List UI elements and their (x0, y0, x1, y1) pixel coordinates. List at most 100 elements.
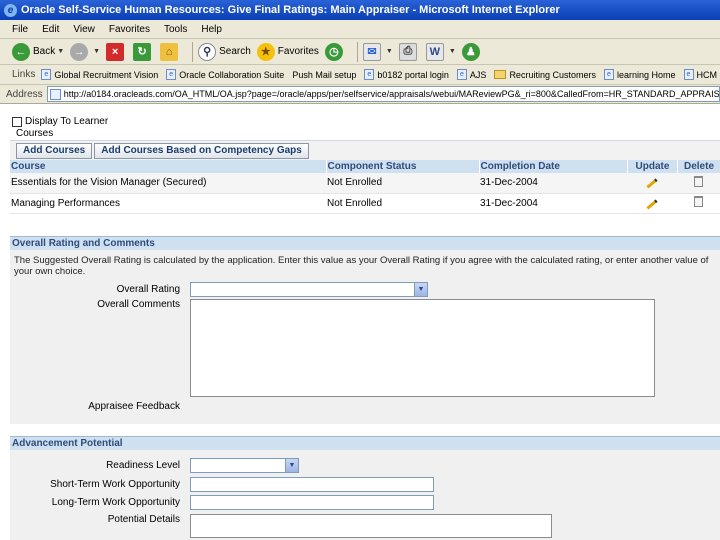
address-field[interactable]: http://a0184.oracleads.com/OA_HTML/OA.js… (46, 86, 720, 102)
address-label: Address (6, 88, 43, 100)
component-status: Not Enrolled (326, 193, 479, 214)
link-learning-home[interactable]: e learning Home (603, 69, 676, 80)
link-label: b0182 portal login (377, 69, 449, 80)
display-to-learner-row: Display To Learner (12, 116, 108, 127)
menu-bar: File Edit View Favorites Tools Help (0, 20, 720, 39)
menu-file[interactable]: File (12, 24, 28, 35)
mail-button[interactable]: ✉ ▼ (362, 42, 393, 61)
overall-rating-section: The Suggested Overall Rating is calculat… (10, 250, 720, 424)
print-button[interactable]: ⎙ (398, 42, 420, 61)
chevron-down-icon: ▼ (285, 459, 298, 472)
update-pencil-icon[interactable] (646, 198, 658, 210)
menu-favorites[interactable]: Favorites (109, 24, 150, 35)
page-icon: e (41, 69, 52, 80)
delete-trash-icon[interactable] (694, 175, 703, 187)
course-name: Managing Performances (10, 193, 326, 214)
link-push-mail-setup[interactable]: Push Mail setup (292, 70, 356, 80)
link-portal-login[interactable]: e b0182 portal login (364, 69, 449, 80)
page-content: Display To Learner Courses Add Courses A… (0, 104, 720, 540)
home-icon: ⌂ (160, 42, 179, 61)
favorites-star-icon: ★ (256, 42, 275, 61)
forward-dropdown-icon: ▼ (93, 48, 101, 55)
forward-button[interactable]: → ▼ (70, 42, 101, 61)
readiness-level-label: Readiness Level (106, 460, 180, 471)
add-courses-button[interactable]: Add Courses (16, 142, 93, 159)
column-header-course: Course (10, 160, 327, 173)
overall-comments-label: Overall Comments (97, 299, 180, 310)
add-courses-competency-button[interactable]: Add Courses Based on Competency Gaps (94, 142, 309, 159)
page-icon: e (603, 69, 614, 80)
course-name: Essentials for the Vision Manager (Secur… (10, 173, 326, 194)
potential-details-textarea[interactable] (190, 514, 552, 538)
update-pencil-icon[interactable] (646, 178, 658, 189)
link-recruiting-customers[interactable]: Recruiting Customers (494, 70, 596, 80)
update-cell (627, 193, 677, 214)
advancement-potential-section: Readiness Level ▼ Short-Term Work Opport… (10, 450, 720, 540)
link-label: Recruiting Customers (509, 69, 596, 80)
update-cell (627, 173, 677, 194)
print-icon: ⎙ (398, 42, 417, 61)
page-icon: e (456, 69, 467, 80)
component-status: Not Enrolled (326, 173, 479, 194)
toolbar-divider (192, 41, 194, 62)
page-icon: e (364, 69, 375, 80)
back-button[interactable]: ← Back ▼ (12, 42, 64, 61)
appraisee-feedback-label: Appraisee Feedback (88, 401, 180, 412)
overall-rating-label: Overall Rating (116, 284, 180, 295)
stop-button[interactable]: × (106, 42, 127, 61)
link-ajs[interactable]: e AJS (456, 69, 487, 80)
link-oracle-collaboration-suite[interactable]: e Oracle Collaboration Suite (166, 69, 284, 80)
refresh-button[interactable]: ↻ (133, 42, 154, 61)
table-row: Essentials for the Vision Manager (Secur… (10, 173, 720, 194)
display-to-learner-checkbox[interactable] (12, 116, 22, 127)
column-header-date: Completion Date (479, 160, 628, 173)
delete-cell (677, 193, 720, 214)
favorites-button[interactable]: ★ Favorites (256, 42, 319, 61)
history-button[interactable]: ◷ (324, 42, 346, 61)
column-header-status: Component Status (326, 160, 480, 173)
delete-trash-icon[interactable] (694, 196, 703, 207)
overall-rating-select[interactable]: ▼ (190, 282, 428, 297)
mail-dropdown-icon: ▼ (385, 48, 393, 55)
readiness-level-select[interactable]: ▼ (190, 458, 299, 473)
page-icon: e (683, 69, 694, 80)
chevron-down-icon: ▼ (414, 283, 427, 296)
links-label: Links (12, 69, 36, 80)
forward-arrow-icon: → (70, 42, 89, 61)
column-header-delete: Delete (677, 160, 720, 173)
link-label: Push Mail setup (292, 69, 357, 80)
long-term-opportunity-label: Long-Term Work Opportunity (51, 497, 180, 508)
overall-comments-textarea[interactable] (190, 299, 655, 397)
overall-rating-instructions: The Suggested Overall Rating is calculat… (14, 255, 712, 277)
link-global-recruitment-vision[interactable]: e Global Recruitment Vision (41, 69, 158, 80)
menu-edit[interactable]: Edit (42, 24, 59, 35)
toolbar-divider (356, 41, 358, 62)
link-label: Oracle Collaboration Suite (179, 69, 285, 80)
home-button[interactable]: ⌂ (160, 42, 181, 61)
link-label: AJS (469, 69, 487, 80)
courses-button-row: Add Courses Add Courses Based on Compete… (10, 140, 720, 160)
edit-word-button[interactable]: W ▼ (425, 42, 456, 61)
completion-date: 31-Dec-2004 (479, 173, 627, 194)
short-term-opportunity-input[interactable] (190, 477, 434, 492)
column-header-update: Update (627, 160, 678, 173)
menu-tools[interactable]: Tools (164, 24, 187, 35)
folder-icon (494, 70, 507, 79)
link-label: learning Home (616, 69, 676, 80)
messenger-button[interactable]: ♟ (461, 42, 483, 61)
table-row: Managing Performances Not Enrolled 31-De… (10, 193, 720, 214)
page-icon: e (166, 69, 177, 80)
window-title: Oracle Self-Service Human Resources: Giv… (21, 4, 560, 16)
search-button[interactable]: ⚲ Search (198, 42, 251, 61)
long-term-opportunity-input[interactable] (190, 495, 434, 510)
link-hcm-sales-consulting[interactable]: eHCM Sales Consulting (683, 69, 720, 80)
internet-explorer-icon: e (4, 3, 17, 17)
link-label: Global Recruitment Vision (54, 69, 159, 80)
menu-view[interactable]: View (73, 24, 95, 35)
menu-help[interactable]: Help (201, 24, 222, 35)
overall-rating-header: Overall Rating and Comments (10, 236, 720, 250)
word-icon: W (425, 42, 444, 61)
favorites-label: Favorites (277, 46, 319, 57)
browser-toolbar: ← Back ▼ → ▼ × ↻ ⌂ ⚲ Search ★ Favorites … (0, 39, 720, 65)
back-label: Back (33, 46, 56, 57)
